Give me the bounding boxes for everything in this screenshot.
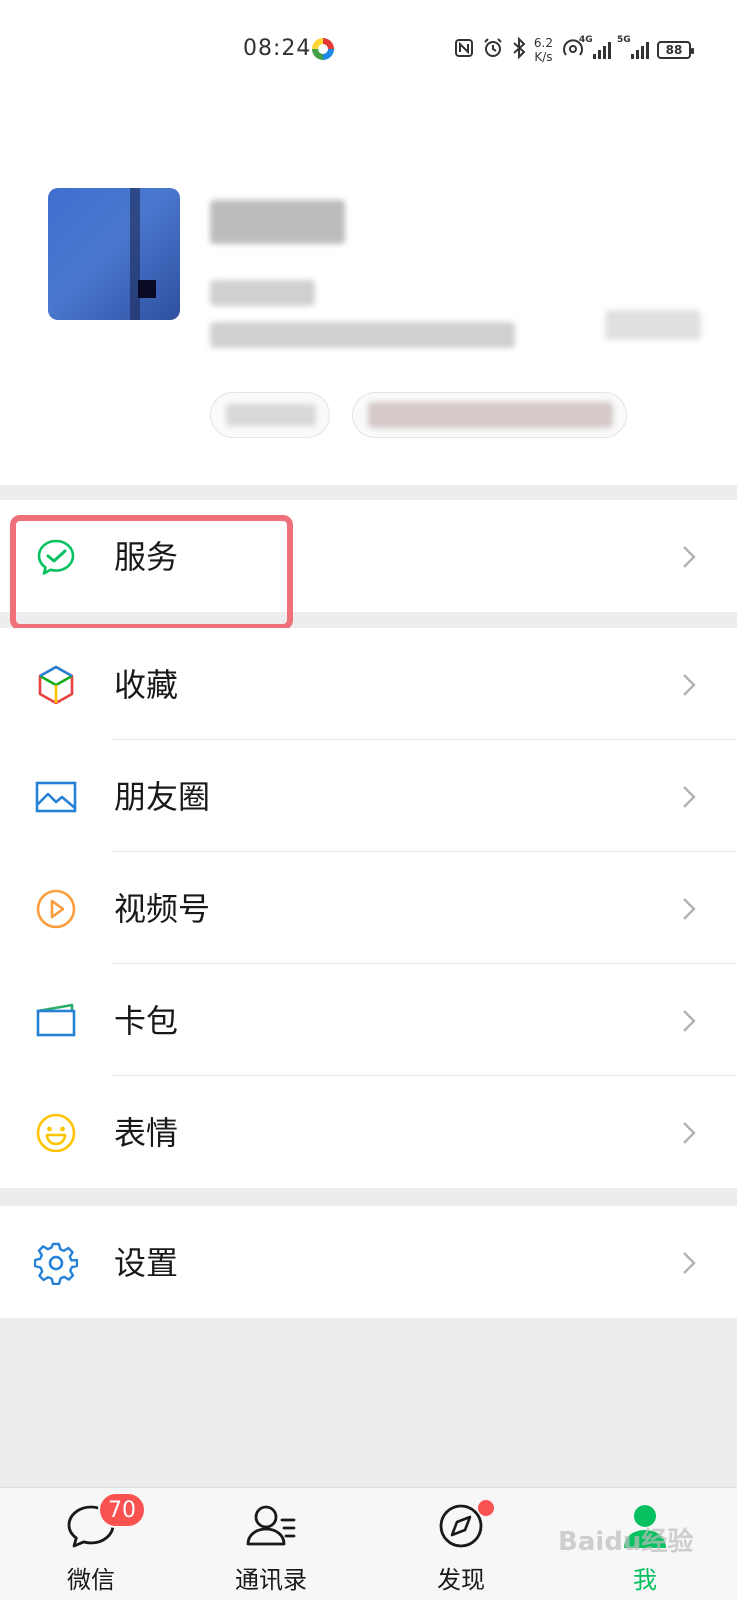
- signal-1-label: 4G: [579, 35, 593, 45]
- status-time: 08:24: [243, 36, 312, 61]
- smiley-icon: [34, 1111, 78, 1155]
- signal-2-label: 5G: [617, 35, 631, 45]
- avatar[interactable]: [48, 188, 180, 320]
- bottom-tab-bar: 70 微信 通讯录 发现 我 Baidu经验: [0, 1487, 737, 1600]
- chevron-right-icon: [683, 898, 696, 920]
- alarm-icon: [482, 37, 504, 64]
- bluetooth-icon: [512, 36, 526, 64]
- menu-item-stickers[interactable]: 表情: [0, 1076, 737, 1188]
- menu-item-channels[interactable]: 视频号: [0, 852, 737, 964]
- menu-item-moments[interactable]: 朋友圈: [0, 740, 737, 852]
- network-speed-unit: K/s: [534, 50, 553, 64]
- chevron-right-icon: [683, 546, 696, 568]
- chevron-right-icon: [683, 1122, 696, 1144]
- chevron-right-icon: [683, 1010, 696, 1032]
- favorites-icon: [34, 663, 78, 707]
- cards-icon: [34, 999, 78, 1043]
- status-icons: 6.2 K/s 4G 5G 88: [454, 32, 694, 68]
- settings-group: 设置: [0, 1206, 737, 1318]
- contacts-icon: [244, 1502, 298, 1550]
- watermark-text: Baidu经验: [558, 1527, 694, 1557]
- moments-icon: [34, 775, 78, 819]
- nfc-icon: [454, 38, 474, 63]
- tab-label-me: 我: [633, 1566, 657, 1594]
- menu-item-cards[interactable]: 卡包: [0, 964, 737, 1076]
- menu-label-cards: 卡包: [114, 1002, 179, 1040]
- gear-icon: [34, 1241, 78, 1285]
- tab-chats[interactable]: 70 微信: [36, 1488, 146, 1600]
- channels-icon: [34, 887, 78, 931]
- chevron-right-icon: [683, 674, 696, 696]
- highlight-box: [10, 515, 293, 630]
- profile-header[interactable]: [0, 100, 737, 485]
- network-speed-value: 6.2: [533, 36, 553, 50]
- menu-label-favorites: 收藏: [114, 666, 179, 704]
- tab-discover[interactable]: 发现: [406, 1488, 516, 1600]
- network-speed: 6.2 K/s: [534, 36, 553, 64]
- menu-label-channels: 视频号: [114, 890, 211, 928]
- unread-badge: 70: [98, 1492, 146, 1528]
- app-notification-icon: [312, 38, 334, 60]
- qr-code-blurred[interactable]: [605, 310, 701, 340]
- wechat-id-blurred-2: [210, 322, 515, 348]
- signal-icon-1: 4G: [579, 35, 611, 59]
- status-bar: 08:24 6.2 K/s 4G 5G 88: [0, 0, 737, 100]
- tab-label-contacts: 通讯录: [235, 1566, 307, 1594]
- main-menu-group: 收藏 朋友圈 视频号 卡包 表情: [0, 628, 737, 1188]
- tab-label-chats: 微信: [67, 1566, 115, 1594]
- nickname-blurred: [210, 200, 345, 244]
- wechat-id-blurred: [210, 280, 315, 306]
- battery-icon: 88: [657, 41, 694, 59]
- chevron-right-icon: [683, 786, 696, 808]
- chevron-right-icon: [683, 1252, 696, 1274]
- menu-label-settings: 设置: [114, 1244, 179, 1282]
- friends-status-blurred: [368, 402, 613, 428]
- status-chip-blurred: [226, 404, 316, 426]
- tab-contacts[interactable]: 通讯录: [216, 1488, 326, 1600]
- new-moments-dot: [478, 1500, 494, 1516]
- signal-icon-2: 5G: [617, 35, 649, 59]
- menu-item-settings[interactable]: 设置: [0, 1206, 737, 1318]
- tab-label-discover: 发现: [437, 1566, 485, 1594]
- menu-label-moments: 朋友圈: [114, 778, 211, 816]
- menu-label-stickers: 表情: [114, 1114, 179, 1152]
- menu-item-favorites[interactable]: 收藏: [0, 628, 737, 740]
